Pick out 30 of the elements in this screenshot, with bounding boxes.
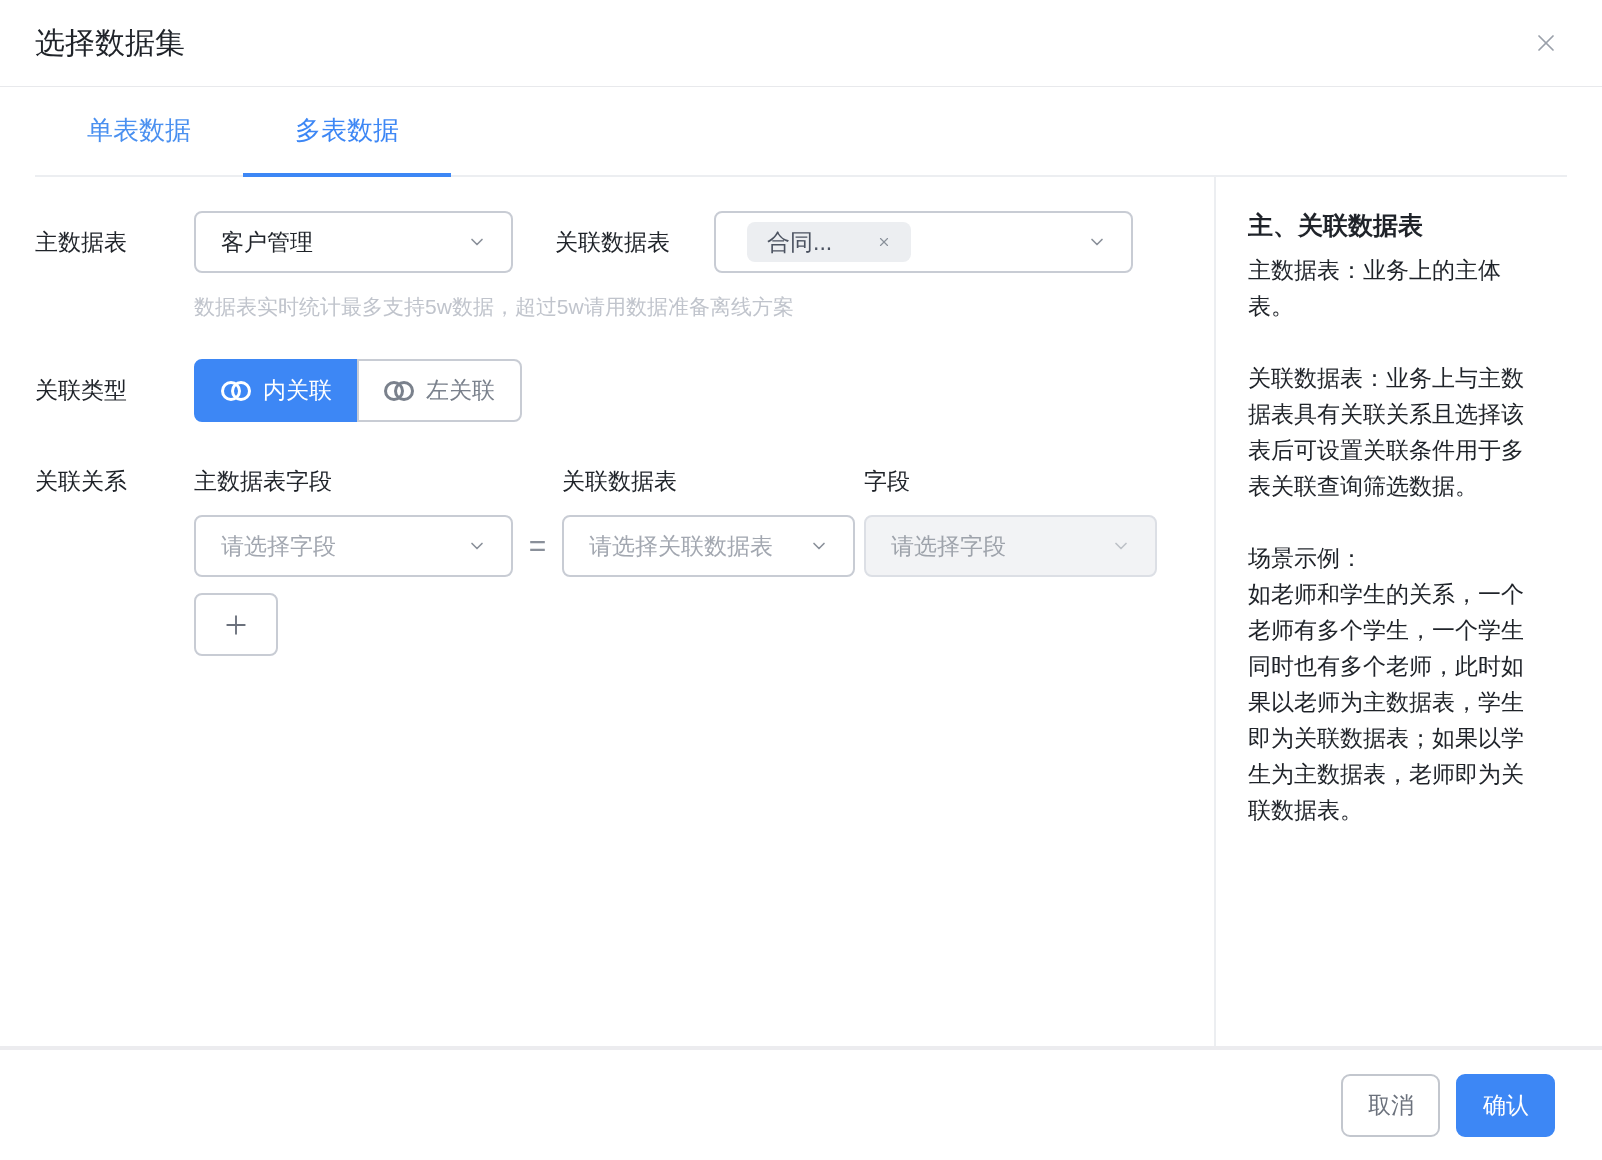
field-label: 主数据表 <box>35 227 128 257</box>
help-paragraph: 主数据表：业务上的主体表。 <box>1248 256 1502 321</box>
select-field[interactable]: 请选择关联数据表 <box>562 515 855 577</box>
segment-button[interactable]: 左关联 <box>357 359 522 422</box>
tab[interactable]: 单表数据 <box>35 87 243 177</box>
help-subtitle: 场景示例： <box>1248 544 1364 573</box>
help-title: 主、关联数据表 <box>1248 210 1424 241</box>
help-paragraph: 如老师和学生的关系，一个老师有多个学生，一个学生同时也有多个老师，此时如果以老师为主数据表，学生即为关联数据表；如果以学生为主数据表，老师即为关联数据表。 <box>1248 580 1525 825</box>
add-button[interactable] <box>194 593 278 656</box>
select-field[interactable]: 客户管理 <box>194 211 513 273</box>
column-label: 关联数据表 <box>562 467 678 496</box>
field-label: 关联数据表 <box>555 227 671 257</box>
field-label: 关联关系 <box>35 467 128 496</box>
select-field[interactable]: 请选择字段 <box>194 515 513 577</box>
column-label: 字段 <box>864 467 911 496</box>
select-field[interactable]: 合同... <box>714 211 1133 273</box>
tag-text: 合同... <box>767 227 833 257</box>
equals-sign: = <box>527 529 548 563</box>
field-label: 关联类型 <box>35 376 128 405</box>
tab[interactable]: 多表数据 <box>243 87 451 177</box>
dialog-title: 选择数据集 <box>35 24 185 61</box>
help-paragraph: 关联数据表：业务上与主数据表具有关联关系且选择该表后可设置关联条件用于多表关联查询筛选数据。 <box>1248 364 1525 501</box>
overlapping-circles-icon <box>221 379 251 402</box>
segment-button[interactable]: 内关联 <box>194 359 359 422</box>
cancel-button[interactable]: 取消 <box>1341 1073 1440 1137</box>
confirm-button[interactable]: 确认 <box>1456 1073 1555 1137</box>
overlapping-circles-icon <box>384 379 414 402</box>
hint-text: 数据表实时统计最多支持5w数据，超过5w请用数据准备离线方案 <box>194 294 795 320</box>
column-label: 主数据表字段 <box>194 467 333 496</box>
close-icon[interactable] <box>877 235 891 249</box>
